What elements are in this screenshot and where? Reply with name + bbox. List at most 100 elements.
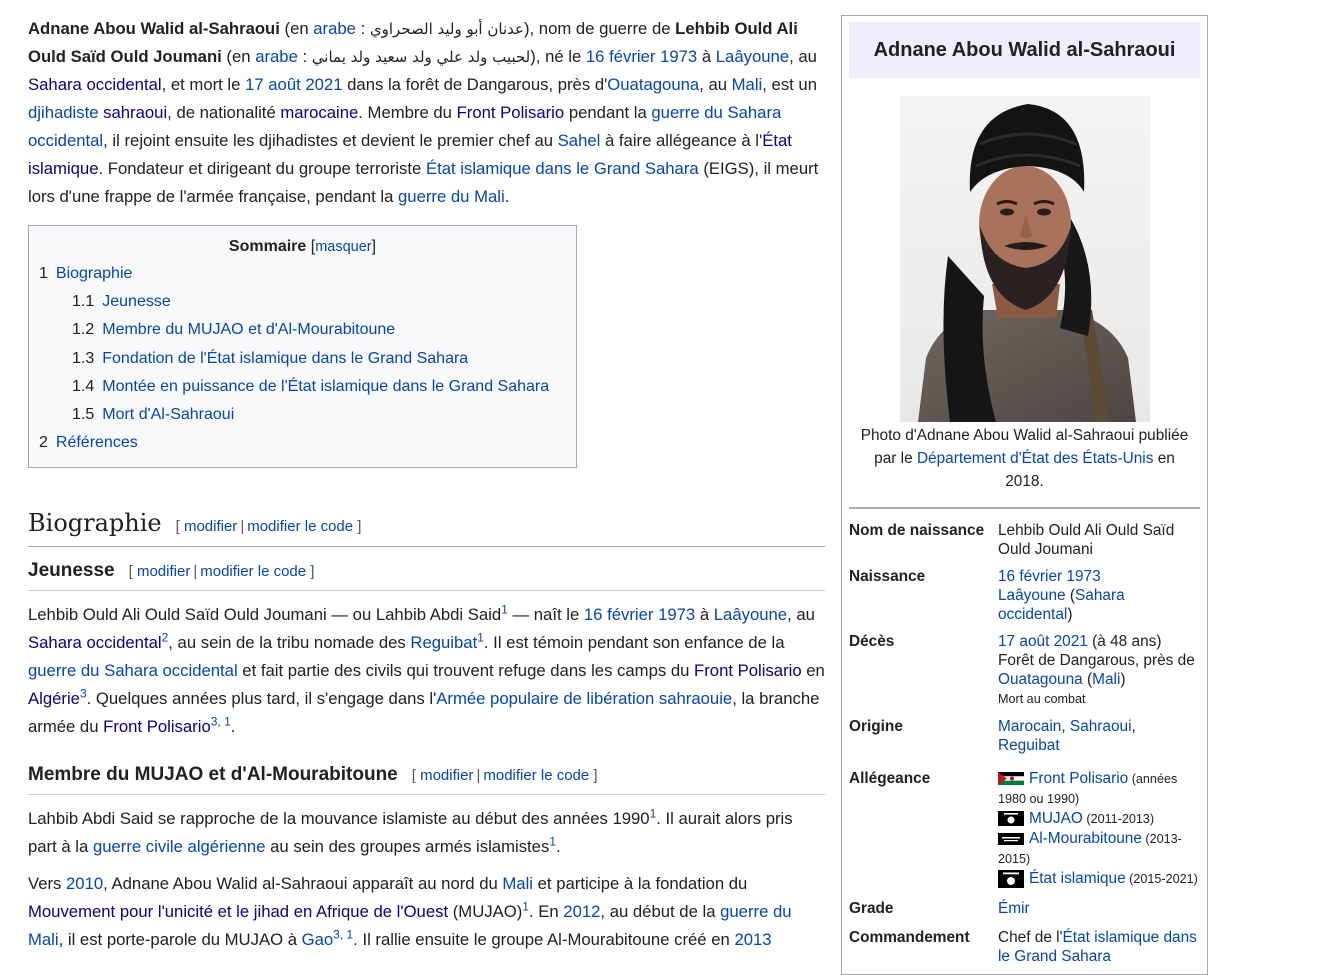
link-guerre-sahara[interactable]: guerre du Sahara occidental	[28, 661, 238, 680]
infobox: Adnane Abou Walid al-Sahraoui Photo d'Ad…	[841, 15, 1208, 975]
link-2010[interactable]: 2010	[66, 874, 103, 893]
mujao-paragraph-1: Lahbib Abdi Said se rapproche de la mouv…	[28, 806, 793, 857]
heading-biographie: Biographie[ modifier | modifier le code ]	[28, 506, 825, 548]
edit-button[interactable]: modifier	[137, 563, 190, 580]
row-deces: Décès 17 août 2021 (à 48 ans) Forêt de Da…	[849, 633, 1195, 706]
link-etat-islamique[interactable]: État islamique	[1029, 870, 1126, 887]
link-front-polisario[interactable]: Front Polisario	[1029, 770, 1128, 787]
death-cause: Mort au combat	[998, 692, 1086, 706]
link-eigs[interactable]: État islamique dans le Grand Sahara	[426, 159, 699, 178]
link-guerre-mali[interactable]: guerre du Mali	[398, 187, 505, 206]
link-mali[interactable]: Mali	[732, 75, 763, 94]
toc-list: 1 Biographie 1.1 Jeunesse 1.2 Membre du MUJ…	[39, 260, 566, 457]
ref-link[interactable]: 3, 1	[211, 715, 231, 729]
heading-mujao: Membre du MUJAO et d'Al-Mourabitoune[ mo…	[28, 761, 825, 796]
link-reguibat[interactable]: Reguibat	[410, 633, 477, 652]
link-sahraoui[interactable]: sahraoui	[103, 103, 167, 122]
link-al-mourabitoune[interactable]: Al-Mourabitoune	[1029, 830, 1142, 847]
link-birth-date[interactable]: 16 février 1973	[586, 47, 697, 66]
sahrawi-flag-icon	[998, 772, 1024, 786]
toc-toggle-button[interactable]: masquer	[315, 239, 371, 255]
photo-caption: Photo d'Adnane Abou Walid al-Sahraoui pu…	[860, 427, 1189, 490]
heading-jeunesse: Jeunesse[ modifier | modifier le code ]	[28, 557, 825, 592]
link-death-date[interactable]: 17 août 2021	[998, 633, 1088, 650]
link-laayoune[interactable]: Laâyoune	[714, 605, 787, 624]
link-mali[interactable]: Mali	[502, 874, 533, 893]
toc-item-fondation[interactable]: 1.3 Fondation de l'État islamique dans le…	[39, 345, 566, 373]
arabic-birth-name: لحبيب ولد علي ولد سعيد ولد يماني	[311, 48, 531, 66]
ref-link[interactable]: 1	[549, 835, 556, 849]
link-mujao[interactable]: Mouvement pour l'unicité et le jihad en …	[28, 902, 448, 921]
intro-paragraph: Adnane Abou Walid al-Sahraoui (en arabe …	[28, 19, 819, 206]
link-front-polisario[interactable]: Front Polisario	[457, 103, 565, 122]
link-birth-date[interactable]: 16 février 1973	[584, 605, 695, 624]
black-flag-icon	[998, 869, 1024, 888]
link-gao[interactable]: Gao	[302, 930, 334, 949]
jeunesse-paragraph: Lehbib Ould Ali Ould Saïd Ould Joumani —…	[28, 602, 825, 737]
row-nom-naissance: Nom de naissance Lehbib Ould Ali Ould Sa…	[849, 522, 1175, 558]
ref-link[interactable]: 3, 1	[333, 928, 353, 942]
link-2013[interactable]: 2013	[734, 930, 771, 949]
toc-item-mort[interactable]: 1.5 Mort d'Al-Sahraoui	[39, 401, 566, 429]
edit-links: [ modifier | modifier le code ]	[128, 563, 315, 581]
link-mali[interactable]: Mali	[1092, 671, 1120, 688]
link-marocain[interactable]: Marocain	[998, 718, 1061, 735]
toc-item-mujao[interactable]: 1.2 Membre du MUJAO et d'Al-Mourabitoune	[39, 316, 566, 344]
link-algerie[interactable]: Algérie	[28, 689, 80, 708]
edit-button[interactable]: modifier	[184, 518, 237, 535]
black-flag-icon	[998, 811, 1024, 827]
edit-links: [ modifier | modifier le code ]	[411, 767, 598, 785]
link-laayoune[interactable]: Laâyoune	[716, 47, 789, 66]
link-mujao[interactable]: MUJAO	[1029, 810, 1083, 827]
row-commandement: Commandement Chef de l'État islamique da…	[849, 929, 1197, 965]
link-sahara-occidental[interactable]: Sahara occidental	[28, 633, 162, 652]
link-sahraoui[interactable]: Sahraoui	[1070, 718, 1132, 735]
link-marocaine[interactable]: marocaine	[280, 103, 358, 122]
edit-source-button[interactable]: modifier le code	[483, 767, 589, 784]
row-naissance: Naissance 16 février 1973 Laâyoune (Sahar…	[849, 568, 1125, 623]
link-emir[interactable]: Émir	[998, 900, 1030, 917]
link-death-date[interactable]: 17 août 2021	[245, 75, 342, 94]
edit-links: [ modifier | modifier le code ]	[175, 518, 362, 536]
link-2012[interactable]: 2012	[563, 902, 600, 921]
link-ouatagouna[interactable]: Ouatagouna	[998, 671, 1083, 688]
toc-item-biographie[interactable]: 1 Biographie	[39, 260, 566, 288]
link-sahara-occidental[interactable]: Sahara occidental	[28, 75, 162, 94]
link-front-polisario[interactable]: Front Polisario	[694, 661, 802, 680]
edit-source-button[interactable]: modifier le code	[247, 518, 353, 535]
link-djihadiste[interactable]: djihadiste	[28, 103, 99, 122]
link-front-polisario[interactable]: Front Polisario	[103, 717, 211, 736]
infobox-divider	[849, 507, 1200, 509]
link-departement-etat[interactable]: Département d'État des États-Unis	[917, 450, 1153, 467]
link-apls[interactable]: Armée populaire de libération sahraouie	[436, 689, 732, 708]
link-reguibat[interactable]: Reguibat	[998, 737, 1060, 754]
link-arabe-2[interactable]: arabe	[255, 47, 298, 66]
toc-item-jeunesse[interactable]: 1.1 Jeunesse	[39, 288, 566, 316]
subject-name: Adnane Abou Walid al-Sahraoui	[28, 19, 280, 38]
toc-item-montee[interactable]: 1.4 Montée en puissance de l'État islamiq…	[39, 373, 566, 401]
toc-item-references[interactable]: 2 Références	[39, 429, 566, 457]
toc-title: Sommaire	[228, 238, 307, 255]
black-flag-icon	[998, 832, 1024, 845]
portrait-photo[interactable]	[899, 96, 1150, 422]
ref-link[interactable]: 1	[501, 603, 508, 617]
table-of-contents: Sommaire [masquer] 1 Biographie 1.1 Jeunes…	[28, 225, 577, 469]
infobox-title: Adnane Abou Walid al-Sahraoui	[849, 22, 1200, 78]
row-grade: Grade Émir	[849, 900, 1030, 917]
link-laayoune[interactable]: Laâyoune	[998, 587, 1066, 604]
link-sahel[interactable]: Sahel	[558, 131, 601, 150]
link-arabe[interactable]: arabe	[313, 19, 356, 38]
edit-source-button[interactable]: modifier le code	[200, 563, 306, 580]
toc-header: Sommaire [masquer]	[228, 238, 377, 255]
ref-link[interactable]: 1	[477, 631, 484, 645]
link-birth-date[interactable]: 16 février 1973	[998, 568, 1101, 585]
edit-button[interactable]: modifier	[420, 767, 473, 784]
row-origine: Origine Marocain, Sahraoui, Reguibat	[849, 718, 1136, 754]
mujao-paragraph-2: Vers 2010, Adnane Abou Walid al-Sahraoui…	[28, 874, 792, 950]
link-ouatagouna[interactable]: Ouatagouna	[607, 75, 699, 94]
ref-link[interactable]: 3	[80, 687, 87, 701]
article-content: Adnane Abou Walid al-Sahraoui (en arabe …	[28, 15, 825, 963]
link-guerre-civile[interactable]: guerre civile algérienne	[93, 837, 266, 856]
row-allegeance: Allégeance Front Polisario (années 1980 …	[849, 770, 1198, 888]
ref-link[interactable]: 1	[522, 900, 529, 914]
